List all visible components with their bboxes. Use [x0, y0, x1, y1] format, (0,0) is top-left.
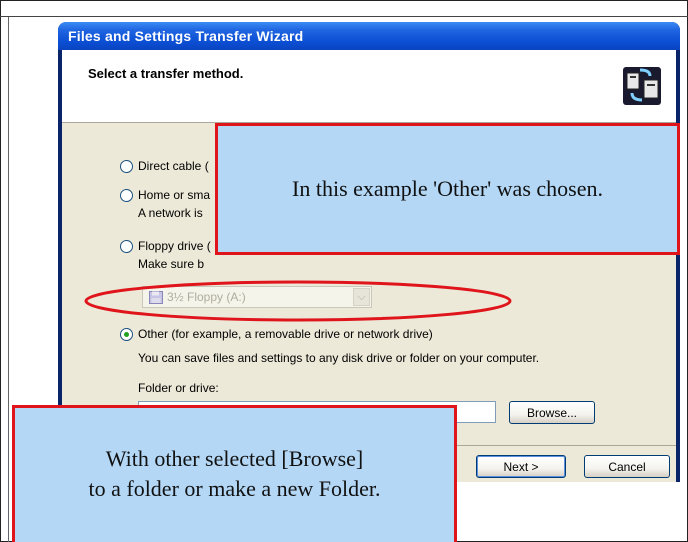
next-button[interactable]: Next > — [476, 455, 566, 478]
direct-cable-label[interactable]: Direct cable ( — [138, 159, 209, 173]
left-divider — [8, 17, 9, 542]
floppy-description: Make sure b — [138, 257, 205, 271]
callout-bottom-line1: With other selected [Browse] — [105, 446, 364, 471]
floppy-label[interactable]: Floppy drive ( — [138, 239, 211, 253]
callout-top-text: In this example 'Other' was chosen. — [292, 176, 603, 201]
other-description: You can save files and settings to any d… — [138, 351, 540, 365]
other-label[interactable]: Other (for example, a removable drive or… — [138, 327, 433, 341]
wizard-header: Select a transfer method. — [62, 50, 676, 123]
home-network-description: A network is — [138, 206, 203, 220]
home-network-label[interactable]: Home or sma — [138, 188, 210, 202]
window-title: Files and Settings Transfer Wizard — [68, 28, 304, 44]
home-network-radio[interactable] — [120, 189, 133, 202]
floppy-radio[interactable] — [120, 240, 133, 253]
title-bar[interactable]: Files and Settings Transfer Wizard — [58, 22, 680, 50]
browse-button[interactable]: Browse... — [509, 401, 595, 424]
direct-cable-radio[interactable] — [120, 160, 133, 173]
top-divider — [0, 16, 688, 17]
callout-other-chosen: In this example 'Other' was chosen. — [215, 123, 680, 255]
callout-browse-instruction: With other selected [Browse] to a folder… — [12, 405, 457, 542]
header-title: Select a transfer method. — [88, 66, 244, 81]
callout-bottom-line2: to a folder or make a new Folder. — [88, 476, 381, 501]
folder-label: Folder or drive: — [138, 381, 219, 395]
transfer-wizard-icon — [623, 67, 661, 105]
other-radio[interactable] — [120, 328, 133, 341]
cancel-button[interactable]: Cancel — [584, 455, 670, 478]
highlight-ellipse — [84, 280, 512, 322]
